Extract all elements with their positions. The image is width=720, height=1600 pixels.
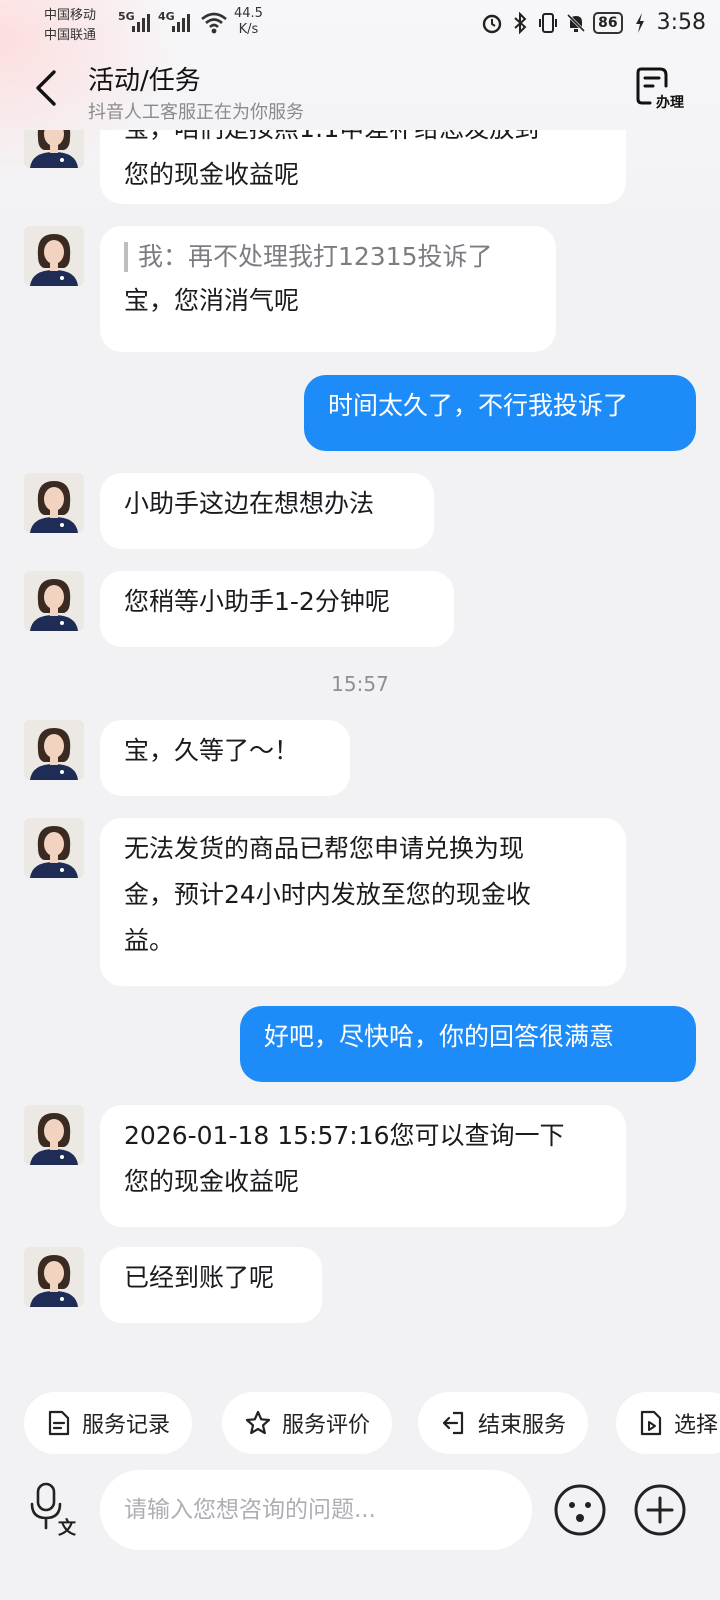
plus-icon [634, 1484, 686, 1536]
message-line: 宝，您消消气呢 [124, 286, 300, 315]
message-bubble[interactable]: 时间太久了，不行我投诉了 [304, 375, 696, 451]
message-bubble[interactable]: 小助手这边在想想办法 [100, 473, 434, 549]
chevron-left-icon [36, 70, 56, 106]
agent-avatar [24, 818, 84, 878]
service-rating-button[interactable]: 服务评价 [222, 1392, 393, 1454]
wifi-icon [201, 12, 227, 34]
message-line: 好吧，尽快哈，你的回答很满意 [264, 1022, 615, 1051]
more-button[interactable] [632, 1482, 688, 1538]
page-title: 活动/任务 [88, 66, 201, 96]
message-input[interactable] [100, 1470, 532, 1550]
clock: 3:58 [656, 10, 706, 35]
service-record-button[interactable]: 服务记录 [24, 1392, 193, 1454]
message-bubble[interactable]: 您稍等小助手1-2分钟呢 [100, 571, 454, 647]
agent-avatar [24, 473, 84, 533]
agent-avatar-icon [24, 818, 84, 878]
message-line: 您的现金收益呢 [124, 1167, 300, 1196]
agent-avatar [24, 1247, 84, 1307]
vibrate-icon [537, 12, 559, 34]
agent-avatar [24, 226, 84, 286]
agent-avatar [24, 130, 84, 168]
agent-avatar-icon [24, 1247, 84, 1307]
agent-avatar-icon [24, 571, 84, 631]
document-icon [48, 1410, 70, 1436]
end-service-button[interactable]: 结束服务 [418, 1392, 589, 1454]
star-icon [245, 1410, 271, 1435]
signal-5g-icon [132, 12, 150, 32]
carrier-1: 中国移动 [44, 8, 97, 23]
emoji-button[interactable] [552, 1482, 608, 1538]
select-button[interactable]: 选择 [616, 1392, 720, 1454]
voice-text-label: 文 [58, 1517, 77, 1539]
message-bubble[interactable]: 2026-01-18 15:57:16您可以查询一下 您的现金收益呢 [100, 1105, 626, 1227]
signal-4g-icon [172, 12, 190, 32]
timestamp: 15:57 [331, 672, 389, 696]
speed-value: 44.5 [234, 6, 263, 21]
voice-to-text-button[interactable]: 文 [28, 1482, 84, 1540]
alarm-icon [481, 12, 503, 34]
message-line: 金，预计24小时内发放至您的现金收 [124, 880, 531, 909]
network-speed: 44.5 K/s [234, 6, 263, 38]
message-bubble[interactable]: 已经到账了呢 [100, 1247, 322, 1323]
page-subtitle: 抖音人工客服正在为你服务 [88, 102, 304, 123]
agent-avatar [24, 720, 84, 780]
chat-messages: 宝，咱们是按照1:1申差补给您发放到 您的现金收益呢 我：再不处理我打12315… [0, 130, 720, 1360]
battery-level: 86 [593, 11, 623, 34]
agent-avatar [24, 571, 84, 631]
message-line: 您稍等小助手1-2分钟呢 [124, 587, 390, 616]
message-bubble[interactable]: 宝，久等了～！ [100, 720, 350, 796]
chat-header: 活动/任务 抖音人工客服正在为你服务 办理 [0, 52, 720, 130]
carrier-block: 中国移动 中国联通 [44, 6, 96, 46]
speed-unit: K/s [238, 22, 259, 37]
status-right: 86 3:58 [481, 10, 706, 35]
handle-task-button[interactable]: 办理 [636, 66, 696, 116]
chip-label: 选择 [674, 1413, 719, 1438]
handle-label: 办理 [656, 95, 684, 111]
message-bubble[interactable]: 宝，咱们是按照1:1申差补给您发放到 您的现金收益呢 [100, 130, 626, 204]
message-line: 无法发货的商品已帮您申请兑换为现 [124, 834, 525, 863]
message-bubble[interactable]: 我：再不处理我打12315投诉了 宝，您消消气呢 [100, 226, 556, 352]
chip-label: 服务评价 [282, 1413, 371, 1438]
message-bubble[interactable]: 好吧，尽快哈，你的回答很满意 [240, 1006, 696, 1082]
mute-bell-icon [565, 12, 587, 34]
quoted-message: 我：再不处理我打12315投诉了 [124, 242, 532, 272]
chip-label: 服务记录 [82, 1413, 171, 1438]
video-file-icon [640, 1410, 662, 1436]
exit-icon [442, 1411, 464, 1435]
agent-avatar-icon [24, 1105, 84, 1165]
message-line: 宝，咱们是按照1:1申差补给您发放到 [124, 130, 602, 152]
agent-avatar-icon [24, 720, 84, 780]
carrier-2: 中国联通 [44, 28, 97, 43]
message-line: 益。 [124, 926, 175, 955]
charging-icon [629, 12, 651, 34]
message-line: 宝，久等了～！ [124, 736, 300, 765]
message-line: 时间太久了，不行我投诉了 [328, 391, 629, 420]
status-bar: 中国移动 中国联通 5G 4G 44.5 K/s 86 3:58 [0, 0, 720, 50]
agent-avatar-icon [24, 473, 84, 533]
agent-avatar-icon [24, 130, 84, 168]
message-line: 小助手这边在想想办法 [124, 489, 375, 518]
smiley-icon [554, 1484, 606, 1536]
chip-label: 结束服务 [478, 1413, 567, 1438]
agent-avatar [24, 1105, 84, 1165]
message-line: 2026-01-18 15:57:16您可以查询一下 [124, 1121, 565, 1150]
quick-actions: 服务记录 服务评价 结束服务 选择 [0, 1392, 720, 1456]
message-bubble[interactable]: 无法发货的商品已帮您申请兑换为现 金，预计24小时内发放至您的现金收 益。 [100, 818, 626, 986]
message-line: 已经到账了呢 [124, 1263, 275, 1292]
message-line: 您的现金收益呢 [124, 160, 300, 189]
microphone-icon: 文 [30, 1482, 77, 1539]
agent-avatar-icon [24, 226, 84, 286]
back-button[interactable] [28, 64, 68, 112]
bluetooth-icon [509, 11, 531, 34]
input-bar: 文 [0, 1468, 720, 1558]
